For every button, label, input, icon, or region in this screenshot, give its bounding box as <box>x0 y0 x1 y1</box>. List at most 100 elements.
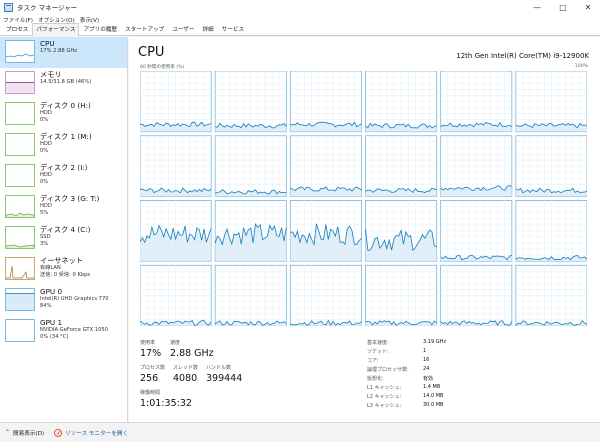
process-count-value: 256 <box>140 373 159 384</box>
chevron-up-icon[interactable]: ⌃ <box>5 429 10 436</box>
tab-details[interactable]: 詳細 <box>198 23 217 35</box>
core-graph <box>214 264 287 326</box>
spec-value: 16 <box>423 357 430 363</box>
spec-key: L2 キャッシュ: <box>367 394 402 400</box>
cpu-thumb-graph <box>6 53 34 58</box>
speed-value: 2.88 GHz <box>170 348 214 359</box>
sidebar-item-gpu-0[interactable]: GPU 0 Intel(R) UHD Graphics 770 84% <box>0 285 127 316</box>
spec-value: 1.4 MB <box>423 384 441 390</box>
spec-row: L2 キャッシュ: 14.0 MB <box>367 393 567 401</box>
sidebar-item-disk-1[interactable]: ディスク 1 (M:) HDD 0% <box>0 130 127 161</box>
resource-monitor-icon[interactable] <box>54 428 63 437</box>
tab-performance[interactable]: パフォーマンス <box>32 23 80 36</box>
memory-graph-icon <box>5 71 35 94</box>
uptime-value: 1:01:35:32 <box>140 398 192 409</box>
sidebar-cpu-title: CPU <box>40 39 55 48</box>
sidebar-disk0-usage: 0% <box>40 116 49 123</box>
sidebar-item-disk-2[interactable]: ディスク 2 (I:) HDD 0% <box>0 161 127 192</box>
core-graph <box>214 71 287 133</box>
core-graph <box>440 135 513 197</box>
close-button[interactable]: ✕ <box>576 0 600 14</box>
core-graph <box>515 135 587 197</box>
tab-startup[interactable]: スタートアップ <box>121 23 168 35</box>
spec-row: 仮想化: 有効 <box>367 375 567 383</box>
sidebar-gpu1-model: NVIDIA GeForce GTX 1050 <box>40 327 108 334</box>
sidebar-disk4-title: ディスク 4 (C:) <box>40 225 91 234</box>
gpu-graph-icon <box>5 319 35 342</box>
logical-processor-graphs <box>140 71 587 326</box>
core-graph <box>289 135 362 197</box>
usage-label: 使用率 <box>140 340 156 346</box>
sidebar-disk1-usage: 0% <box>40 147 49 154</box>
tab-processes[interactable]: プロセス <box>2 23 32 35</box>
tab-users[interactable]: ユーザー <box>168 23 198 35</box>
spec-row: ソケット: 1 <box>367 348 567 356</box>
spec-value: 3.19 GHz <box>423 339 446 345</box>
speed-label: 速度 <box>170 340 181 346</box>
open-resource-monitor-link[interactable]: リソース モニターを開く <box>65 429 128 437</box>
disk-graph-icon <box>5 133 35 156</box>
core-graph <box>140 135 212 197</box>
thread-count-value: 4080 <box>173 373 198 384</box>
sidebar-disk2-usage: 0% <box>40 178 49 185</box>
sidebar-gpu0-title: GPU 0 <box>40 287 63 296</box>
sidebar-item-disk-0[interactable]: ディスク 0 (H:) HDD 0% <box>0 99 127 130</box>
spec-row: コア: 16 <box>367 357 567 365</box>
cpu-detail-panel: CPU 12th Gen Intel(R) Core(TM) i9-12900K… <box>129 37 600 422</box>
maximize-button[interactable]: □ <box>550 0 576 14</box>
core-graph <box>140 200 212 262</box>
tab-services[interactable]: サービス <box>218 23 248 35</box>
spec-key: 論理プロセッサ数: <box>367 367 409 373</box>
sidebar-disk2-title: ディスク 2 (I:) <box>40 163 88 172</box>
sidebar-disk3-title: ディスク 3 (G: T:) <box>40 194 100 203</box>
thread-count-label: スレッド数 <box>173 365 199 371</box>
title-bar: タスク マネージャー — □ ✕ <box>0 0 600 14</box>
spec-row: 論理プロセッサ数: 24 <box>367 366 567 374</box>
core-graph <box>440 264 513 326</box>
disk-graph-icon <box>5 102 35 125</box>
spec-row: L3 キャッシュ: 30.0 MB <box>367 402 567 410</box>
resource-sidebar: CPU 17% 2.88 GHz メモリ 14.5/31.8 GB (46%) … <box>0 37 128 422</box>
disk3-thumb-graph <box>6 212 34 217</box>
handle-count-label: ハンドル数 <box>206 365 232 371</box>
sidebar-item-cpu[interactable]: CPU 17% 2.88 GHz <box>0 37 127 68</box>
spec-value: 24 <box>423 366 430 372</box>
sidebar-item-memory[interactable]: メモリ 14.5/31.8 GB (46%) <box>0 68 127 99</box>
spec-value: 有効 <box>423 376 434 382</box>
fewer-details-button[interactable]: 簡易表示(D) <box>13 429 44 437</box>
minimize-button[interactable]: — <box>524 0 550 14</box>
core-graph <box>214 200 287 262</box>
utilization-axis-label: 60 秒間の使用率 (%) <box>140 65 185 70</box>
ethernet-graph-icon <box>5 257 35 280</box>
disk-graph-icon <box>5 164 35 187</box>
spec-key: 仮想化: <box>367 376 384 382</box>
sidebar-item-ethernet[interactable]: イーサネット 有線LAN 送信: 0 受信: 0 Kbps <box>0 254 127 285</box>
cpu-graph-icon <box>5 40 35 63</box>
status-footer: ⌃ 簡易表示(D) リソース モニターを開く <box>0 422 600 442</box>
spec-row: 基本速度: 3.19 GHz <box>367 339 567 347</box>
core-graph <box>140 264 212 326</box>
sidebar-item-disk-3[interactable]: ディスク 3 (G: T:) HDD 5% <box>0 192 127 223</box>
cpu-model-name: 12th Gen Intel(R) Core(TM) i9-12900K <box>456 52 589 60</box>
spec-value: 30.0 MB <box>423 402 444 408</box>
core-graph <box>365 71 438 133</box>
tab-app-history[interactable]: アプリの履歴 <box>79 23 121 35</box>
uptime-label: 稼働時間 <box>140 390 161 396</box>
core-graph <box>440 200 513 262</box>
core-graph <box>140 71 212 133</box>
core-graph <box>515 264 587 326</box>
core-graph <box>440 71 513 133</box>
spec-row: L1 キャッシュ: 1.4 MB <box>367 384 567 392</box>
usage-value: 17% <box>140 348 162 359</box>
spec-key: コア: <box>367 358 379 364</box>
disk4-thumb-graph <box>6 244 34 248</box>
sidebar-item-disk-4[interactable]: ディスク 4 (C:) SSD 3% <box>0 223 127 254</box>
sidebar-gpu0-model: Intel(R) UHD Graphics 770 <box>40 296 109 303</box>
sidebar-item-gpu-1[interactable]: GPU 1 NVIDIA GeForce GTX 1050 0% (34 °C) <box>0 316 127 347</box>
core-graph <box>515 71 587 133</box>
sidebar-disk0-title: ディスク 0 (H:) <box>40 101 91 110</box>
tab-bar: プロセス パフォーマンス アプリの履歴 スタートアップ ユーザー 詳細 サービス <box>0 23 600 36</box>
sidebar-disk3-usage: 5% <box>40 209 49 216</box>
window-title: タスク マネージャー <box>17 4 78 12</box>
spec-key: 基本速度: <box>367 340 389 346</box>
